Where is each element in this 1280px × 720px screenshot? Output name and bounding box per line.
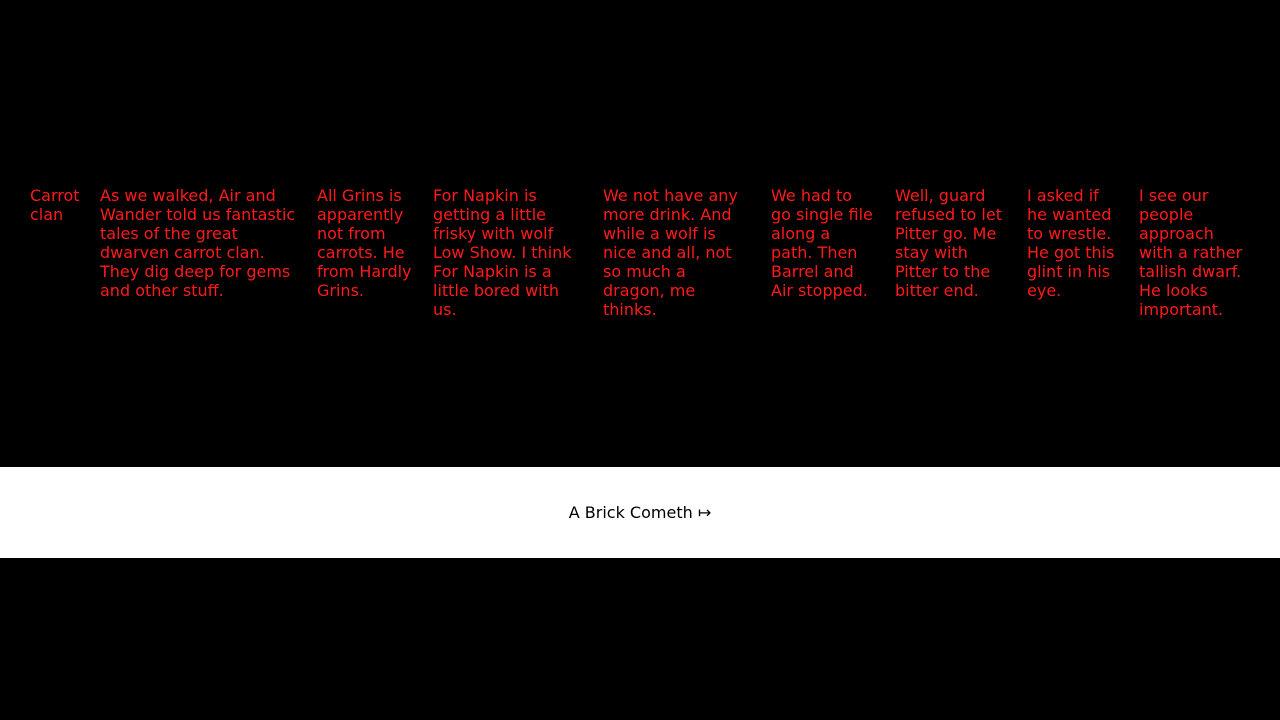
story-column: All Grins is apparently not from carrots… (317, 186, 412, 300)
story-column: Well, guard refused to let Pitter go. Me… (895, 186, 1002, 300)
story-column: I see our people approach with a rather … (1139, 186, 1243, 319)
next-chapter-link[interactable]: A Brick Cometh ↦ (569, 503, 711, 522)
story-column-title: Carrot clan (30, 186, 80, 224)
story-panel: Carrot clan As we walked, Air and Wander… (0, 0, 1280, 467)
story-column: We not have any more drink. And while a … (603, 186, 738, 319)
story-columns: Carrot clan As we walked, Air and Wander… (30, 186, 1260, 319)
story-column: As we walked, Air and Wander told us fan… (100, 186, 296, 300)
bottom-empty-area (0, 558, 1280, 720)
story-column: I asked if he wanted to wrestle. He got … (1027, 186, 1115, 300)
story-column: For Napkin is getting a little frisky wi… (433, 186, 572, 319)
navigation-bar: A Brick Cometh ↦ (0, 467, 1280, 558)
story-column: We had to go single file along a path. T… (771, 186, 873, 300)
